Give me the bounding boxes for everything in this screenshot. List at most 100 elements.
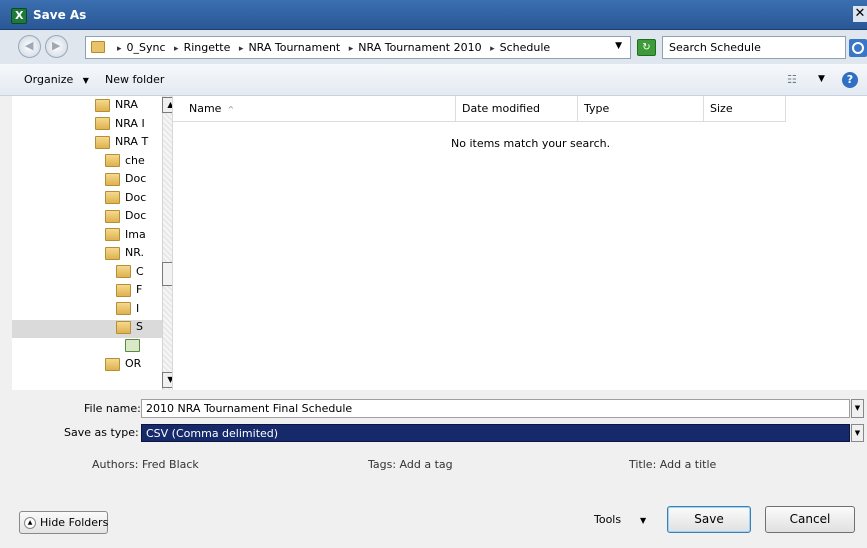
tags-field[interactable]: Tags: Add a tag — [368, 458, 453, 471]
tools-dropdown-icon[interactable]: ▼ — [640, 516, 646, 525]
folder-icon — [105, 228, 120, 241]
organize-label: Organize — [24, 73, 74, 86]
breadcrumb-item[interactable]: NRA Tournament 2010 — [358, 41, 481, 54]
address-row: ◀ ▶ ▸ 0_Sync ▸ Ringette ▸ NRA Tournament ▸ N… — [0, 30, 867, 64]
breadcrumb-item[interactable]: Schedule — [500, 41, 551, 54]
chevron-up-icon: ▲ — [24, 517, 36, 529]
folder-icon — [116, 283, 131, 297]
folder-tree-item[interactable]: I — [12, 302, 162, 320]
tools-button[interactable]: Tools — [594, 513, 621, 526]
search-input[interactable]: Search Schedule — [662, 36, 846, 59]
folder-tree-item[interactable]: C — [12, 265, 162, 283]
breadcrumb-item[interactable]: 0_Sync — [127, 41, 166, 54]
column-header-name[interactable]: Name ^ — [173, 96, 456, 122]
folder-tree-item[interactable]: NRA T — [12, 135, 162, 153]
title-bar: Save As ✕ — [0, 0, 867, 30]
column-header-type[interactable]: Type — [578, 96, 704, 122]
hide-folders-label: Hide Folders — [40, 516, 109, 529]
breadcrumb: ▸ 0_Sync ▸ Ringette ▸ NRA Tournament ▸ NRA T… — [117, 41, 551, 54]
folder-tree-item[interactable]: F — [12, 283, 162, 301]
scroll-down-button[interactable]: ▼ — [162, 372, 172, 388]
folder-icon — [105, 172, 120, 186]
folder-tree-item[interactable]: NRA I — [12, 117, 162, 135]
column-header-size[interactable]: Size — [704, 96, 786, 122]
folder-tree-item[interactable]: Doc — [12, 209, 162, 227]
folder-tree-item[interactable]: OR — [12, 357, 162, 375]
organize-button[interactable]: Organize ▼ — [24, 73, 89, 86]
folder-tree-label: C — [136, 264, 144, 278]
file-list[interactable]: Name ^ Date modified Type Size No items m… — [172, 96, 867, 390]
folder-tree-item[interactable]: che — [12, 154, 162, 172]
authors-field[interactable]: Authors: Fred Black — [92, 458, 199, 471]
folder-tree-label: S — [136, 320, 143, 333]
window-title: Save As — [33, 8, 87, 22]
hide-folders-button[interactable]: ▲ Hide Folders — [19, 511, 108, 534]
folder-tree-label: NRA — [115, 98, 138, 111]
filename-dropdown-icon[interactable]: ▼ — [851, 399, 864, 418]
save-type-label: Save as type: — [64, 426, 139, 439]
folder-tree-item[interactable]: NR. — [12, 246, 162, 264]
chevron-down-icon: ▼ — [82, 76, 89, 85]
forward-button[interactable]: ▶ — [45, 35, 68, 58]
title-field[interactable]: Title: Add a title — [629, 458, 716, 471]
folder-tree-label: I — [136, 301, 140, 315]
folder-icon — [95, 135, 110, 149]
close-button[interactable]: ✕ — [853, 6, 867, 22]
new-folder-button[interactable]: New folder — [105, 73, 164, 86]
folder-tree-item[interactable]: Doc — [12, 191, 162, 209]
help-icon[interactable]: ? — [842, 72, 858, 88]
filename-label: File name: — [84, 402, 141, 415]
folder-tree-item[interactable] — [12, 339, 162, 357]
folder-icon — [95, 117, 110, 130]
folder-tree-item[interactable]: S — [12, 320, 162, 338]
view-dropdown-icon[interactable]: ▼ — [818, 74, 825, 84]
scroll-thumb[interactable] — [162, 262, 172, 286]
folder-icon — [116, 302, 131, 315]
folder-tree-label: Doc — [125, 172, 147, 185]
search-icon[interactable] — [849, 39, 867, 57]
folder-icon — [105, 246, 120, 260]
back-arrow-icon: ◀ — [25, 39, 34, 52]
excel-app-icon — [11, 8, 27, 24]
folder-tree-label: NRA I — [115, 116, 145, 130]
save-type-dropdown-icon[interactable]: ▼ — [851, 424, 864, 442]
folder-tree-label: Doc — [125, 190, 147, 204]
breadcrumb-item[interactable]: Ringette — [184, 41, 231, 54]
nav-scrollbar-track[interactable] — [162, 96, 172, 390]
folder-icon — [105, 191, 120, 204]
filename-field[interactable]: 2010 NRA Tournament Final Schedule — [141, 399, 850, 418]
folder-icon — [105, 357, 120, 371]
refresh-button[interactable]: ↻ — [637, 39, 656, 56]
empty-message: No items match your search. — [451, 137, 611, 150]
view-options-icon[interactable]: ☷ — [787, 73, 801, 86]
excel-file-icon — [125, 339, 140, 352]
cancel-button[interactable]: Cancel — [765, 506, 855, 533]
folder-tree-label: che — [125, 153, 145, 167]
navigation-pane[interactable]: NRA NRA I NRA T che Doc Doc Doc Ima NR. C F I S OR ▲… — [12, 96, 172, 390]
folder-icon — [105, 209, 120, 223]
address-bar[interactable]: ▸ 0_Sync ▸ Ringette ▸ NRA Tournament ▸ NRA T… — [85, 36, 631, 59]
save-form: File name: 2010 NRA Tournament Final Sch… — [0, 390, 867, 548]
column-header-date-modified[interactable]: Date modified — [456, 96, 578, 122]
column-name-label: Name — [189, 102, 222, 115]
folder-tree-item[interactable]: NRA — [12, 98, 162, 116]
address-dropdown-icon[interactable]: ▼ — [615, 41, 622, 51]
folder-tree-label: Doc — [125, 209, 147, 222]
folder-tree-label: Ima — [125, 227, 146, 241]
scroll-up-button[interactable]: ▲ — [162, 97, 172, 113]
folder-icon — [116, 320, 131, 334]
toolbar: Organize ▼ New folder ☷ ▼ ? — [0, 64, 867, 96]
folder-icon — [95, 98, 110, 112]
save-button[interactable]: Save — [667, 506, 751, 533]
breadcrumb-item[interactable]: NRA Tournament — [248, 41, 340, 54]
folder-tree-item[interactable]: Ima — [12, 228, 162, 246]
folder-tree-label: NRA T — [115, 135, 149, 148]
folder-tree-label: F — [136, 283, 143, 296]
forward-arrow-icon: ▶ — [52, 39, 61, 52]
folder-tree-item[interactable]: Doc — [12, 172, 162, 190]
back-button[interactable]: ◀ — [18, 35, 41, 58]
folder-icon — [116, 265, 131, 278]
folder-icon — [105, 154, 120, 167]
folder-tree-label: NR. — [125, 246, 144, 259]
save-type-select[interactable]: CSV (Comma delimited) — [141, 424, 850, 442]
